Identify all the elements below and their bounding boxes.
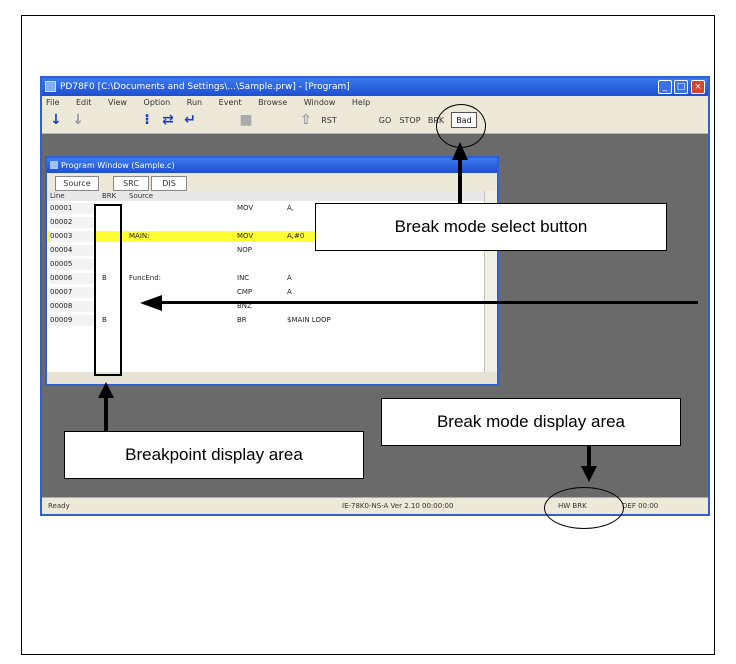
mnemonic-cell: NOP (237, 246, 252, 254)
stop-icon[interactable]: ■ (238, 112, 254, 129)
callout-break-mode-select: Break mode select button (315, 203, 667, 251)
mnemonic-cell: INC (237, 274, 250, 282)
status-right: DEF 00:00 (622, 502, 659, 510)
menu-help[interactable]: Help (352, 98, 370, 107)
step-over-disabled-icon[interactable]: ↓ (70, 112, 86, 129)
arrow-down-head (581, 466, 597, 482)
program-window-tabs: Source SRC DIS (47, 173, 497, 191)
operand-cell: A (287, 288, 292, 296)
mnemonic-cell: CMP (237, 288, 253, 296)
menu-browse[interactable]: Browse (258, 98, 287, 107)
menu-event[interactable]: Event (219, 98, 242, 107)
line-number: 00002 (50, 217, 94, 228)
menu-run[interactable]: Run (187, 98, 202, 107)
line-number: 00007 (50, 287, 94, 298)
operand-cell: $MAIN LOOP (287, 316, 331, 324)
mnemonic-cell: MOV (237, 204, 254, 212)
line-number: 00009 (50, 315, 94, 326)
line-number: 00001 (50, 203, 94, 214)
arrow-up2-head (98, 382, 114, 398)
download-icon[interactable]: ⇧ (298, 112, 314, 129)
toolbar: ↓ ↓ ⁝ ⇄ ↵ ■ ⇧ RST GO STOP BRK Bad (42, 109, 708, 134)
app-icon (45, 81, 56, 92)
go-button[interactable]: GO (376, 113, 394, 128)
program-window-title: Program Window (Sample.c) (61, 161, 175, 170)
menu-bar: File Edit View Option Run Event Browse W… (42, 96, 708, 109)
menu-option[interactable]: Option (144, 98, 171, 107)
close-button[interactable]: × (691, 80, 705, 94)
line-number: 00003 (50, 231, 94, 242)
menu-view[interactable]: View (108, 98, 127, 107)
breakpoint-column-outline (94, 204, 122, 376)
program-window-icon (50, 161, 58, 169)
arrow-left-shaft (160, 301, 698, 304)
arrow-up-head (452, 142, 468, 160)
break-mode-display-ellipse (544, 487, 624, 529)
enter-icon[interactable]: ↵ (182, 112, 198, 129)
line-number: 00006 (50, 273, 94, 284)
status-ready: Ready (48, 502, 70, 510)
program-header-row: Line BRK Source (47, 191, 497, 201)
operand-cell: A (287, 274, 292, 282)
mnemonic-cell: MOV (237, 232, 254, 240)
arrow-up2-shaft (104, 396, 108, 432)
mnemonic-cell: BR (237, 316, 247, 324)
line-number: 00004 (50, 245, 94, 256)
menu-window[interactable]: Window (304, 98, 336, 107)
label-cell: FuncEnd: (129, 274, 162, 282)
step-in-icon[interactable]: ↓ (48, 112, 64, 129)
arrow-down-shaft (587, 446, 591, 468)
menu-file[interactable]: File (46, 98, 59, 107)
callout-breakpoint-display: Breakpoint display area (64, 431, 364, 479)
menu-edit[interactable]: Edit (76, 98, 92, 107)
line-number: 00005 (50, 259, 94, 270)
program-window-title-bar[interactable]: Program Window (Sample.c) (47, 158, 497, 173)
step-icon[interactable]: ⁝ (139, 112, 155, 129)
tab-dis[interactable]: DIS (151, 176, 187, 191)
return-icon[interactable]: ⇄ (160, 112, 176, 129)
label-cell: MAIN: (129, 232, 150, 240)
tab-src[interactable]: SRC (113, 176, 149, 191)
arrow-left-head (140, 295, 162, 311)
reset-button[interactable]: RST (316, 113, 342, 128)
header-line: Line (50, 192, 65, 200)
header-brk: BRK (102, 192, 117, 200)
callout-break-mode-display: Break mode display area (381, 398, 681, 446)
window-title: PD78F0 [C:\Documents and Settings\...\Sa… (60, 82, 350, 92)
maximize-button[interactable]: □ (674, 80, 688, 94)
line-number: 00008 (50, 301, 94, 312)
title-bar[interactable]: PD78F0 [C:\Documents and Settings\...\Sa… (42, 78, 708, 96)
arrow-up-shaft (458, 158, 462, 204)
stop-button[interactable]: STOP (398, 113, 422, 128)
header-source: Source (129, 192, 154, 200)
tab-source[interactable]: Source (55, 176, 99, 191)
minimize-button[interactable]: _ (658, 80, 672, 94)
status-target-info: IE-78K0-NS-A Ver 2.10 00:00:00 (342, 502, 454, 510)
